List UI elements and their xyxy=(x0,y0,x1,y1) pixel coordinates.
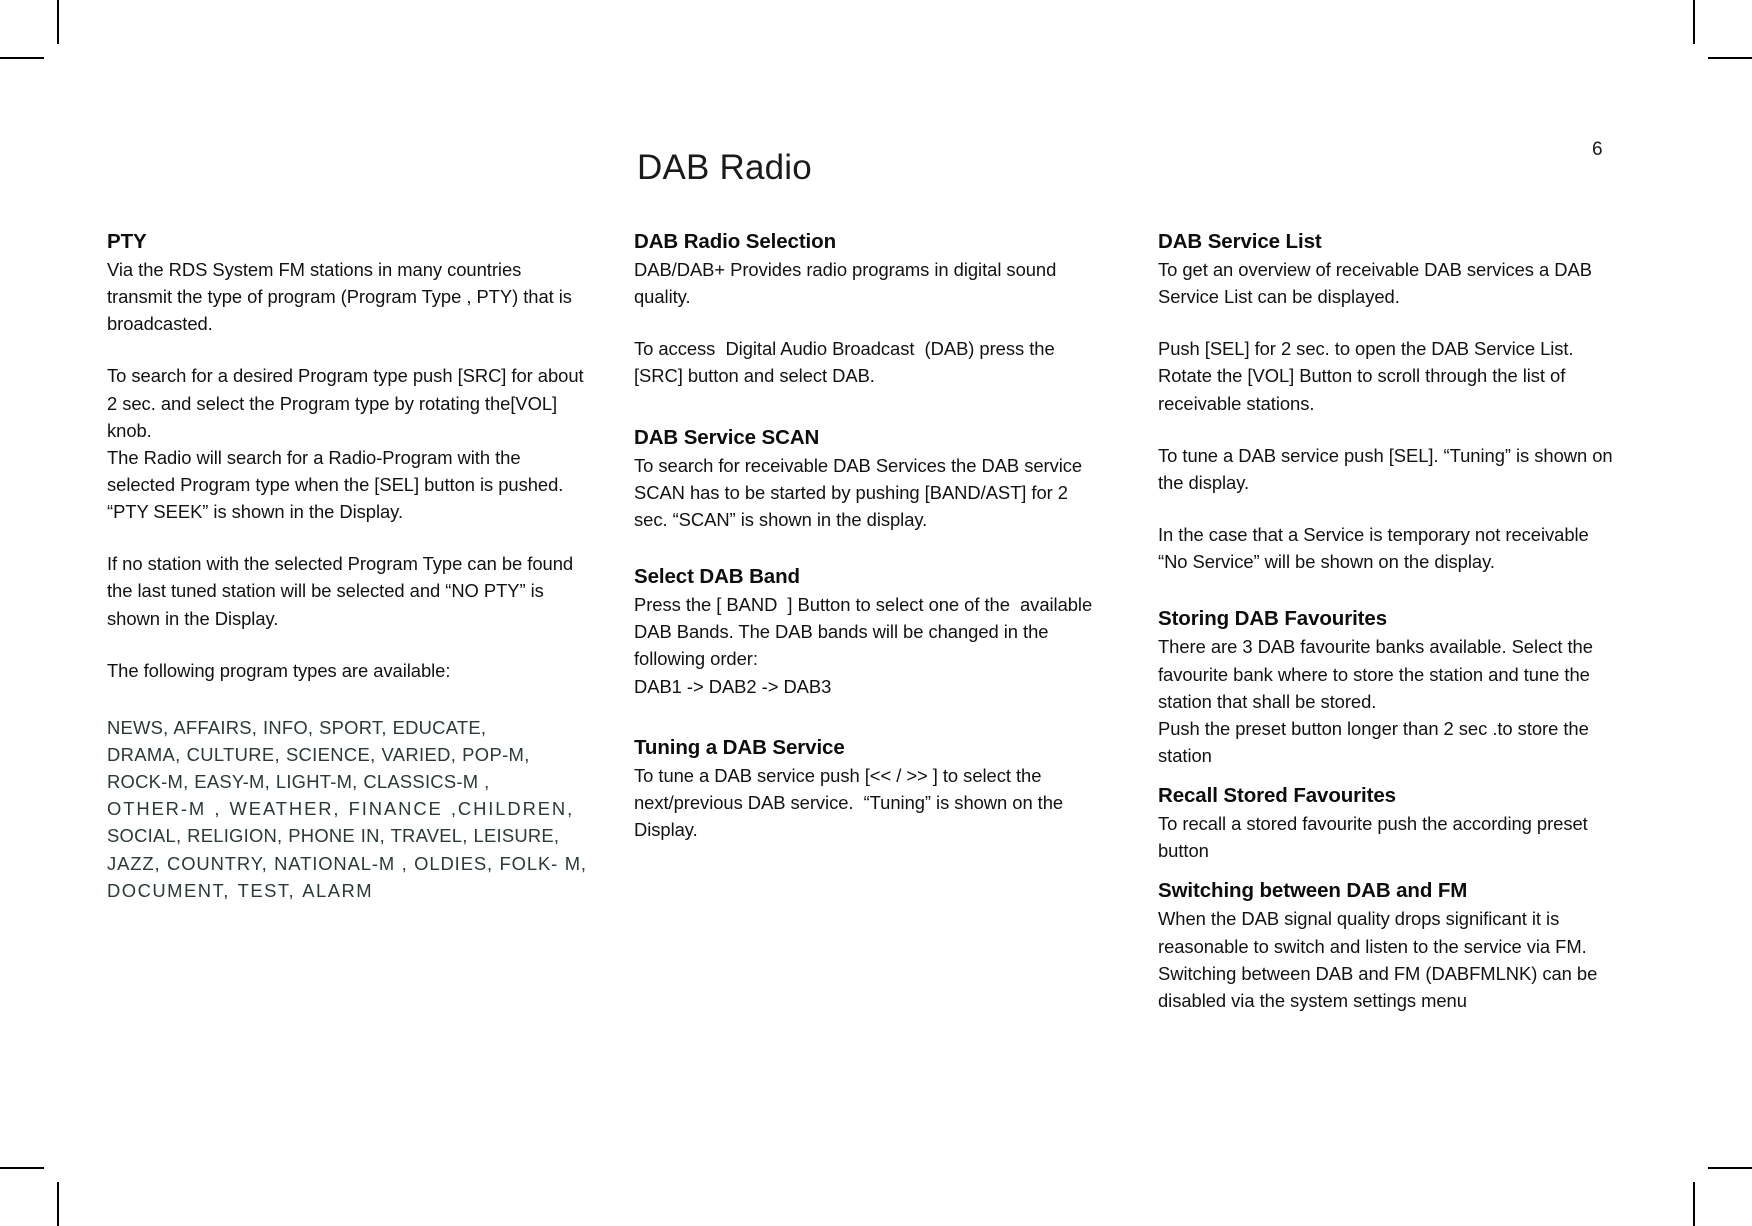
program-type-line: JAZZ, COUNTRY, NATIONAL-M , OLDIES, FOLK… xyxy=(107,852,587,874)
section-heading-select-dab-band: Select DAB Band xyxy=(634,565,800,589)
section-heading-dab-service-list: DAB Service List xyxy=(1158,230,1322,253)
section-heading-pty: PTY xyxy=(107,230,147,253)
section-heading-dab-service-scan: DAB Service SCAN xyxy=(634,425,820,449)
program-type-line: SOCIAL, RELIGION, PHONE IN, TRAVEL, LEIS… xyxy=(107,825,560,847)
section-heading-recall-stored-favourites: Recall Stored Favourites xyxy=(1158,784,1396,808)
section-heading-switching-between-dab-and-fm: Switching between DAB and FM xyxy=(1158,879,1468,903)
dab-radio-selection-paragraph-1: DAB/DAB+ Provides radio programs in digi… xyxy=(634,259,1062,308)
dab-service-list-paragraph-1: To get an overview of receivable DAB ser… xyxy=(1158,259,1597,308)
section-heading-dab-radio-selection: DAB Radio Selection xyxy=(634,230,836,253)
pty-paragraph-1: Via the RDS System FM stations in many c… xyxy=(107,259,577,335)
program-type-line: DOCUMENT, TEST, ALARM xyxy=(107,879,374,901)
dab-radio-selection-paragraph-2: To access Digital Audio Broadcast (DAB) … xyxy=(634,338,1060,387)
program-type-line: ROCK-M, EASY-M, LIGHT-M, CLASSICS-M , xyxy=(107,771,490,793)
section-heading-tuning-a-dab-service: Tuning a DAB Service xyxy=(634,735,845,759)
program-type-list: NEWS, AFFAIRS, INFO, SPORT, EDUCATE, DRA… xyxy=(107,714,587,904)
switching-between-dab-and-fm-paragraph-1: When the DAB signal quality drops signif… xyxy=(1158,908,1598,1011)
pty-paragraph-3: If no station with the selected Program … xyxy=(107,553,579,629)
program-type-line: NEWS, AFFAIRS, INFO, SPORT, EDUCATE, xyxy=(107,716,487,738)
program-type-line: OTHER-M , WEATHER, FINANCE ,CHILDREN, xyxy=(107,798,575,820)
recall-stored-favourites-paragraph-1: To recall a stored favourite push the ac… xyxy=(1158,813,1593,862)
dab-service-list-paragraph-4: In the case that a Service is temporary … xyxy=(1158,524,1594,573)
section-heading-storing-dab-favourites: Storing DAB Favourites xyxy=(1158,607,1388,631)
column-3: DAB Service List To get an overview of r… xyxy=(1158,228,1613,1014)
dab-service-scan-paragraph-1: To search for receivable DAB Services th… xyxy=(634,454,1088,530)
tuning-a-dab-service-paragraph-1: To tune a DAB service push [<< / >> ] to… xyxy=(634,764,1069,841)
pty-paragraph-2: To search for a desired Program type pus… xyxy=(107,365,584,523)
program-type-line: DRAMA, CULTURE, SCIENCE, VARIED, POP-M, xyxy=(107,744,530,766)
column-1: PTY Via the RDS System FM stations in ma… xyxy=(107,228,587,904)
select-dab-band-paragraph-1: Press the [ BAND ] Button to select one … xyxy=(634,594,1093,697)
content-columns: PTY Via the RDS System FM stations in ma… xyxy=(0,0,1752,1226)
pty-paragraph-4: The following program types are availabl… xyxy=(107,659,451,681)
storing-dab-favourites-paragraph-1: There are 3 DAB favourite banks availabl… xyxy=(1158,636,1593,766)
column-2: DAB Radio Selection DAB/DAB+ Provides ra… xyxy=(634,228,1094,843)
dab-service-list-paragraph-2: Push [SEL] for 2 sec. to open the DAB Se… xyxy=(1158,338,1579,414)
dab-service-list-paragraph-3: To tune a DAB service push [SEL]. “Tunin… xyxy=(1158,444,1618,493)
